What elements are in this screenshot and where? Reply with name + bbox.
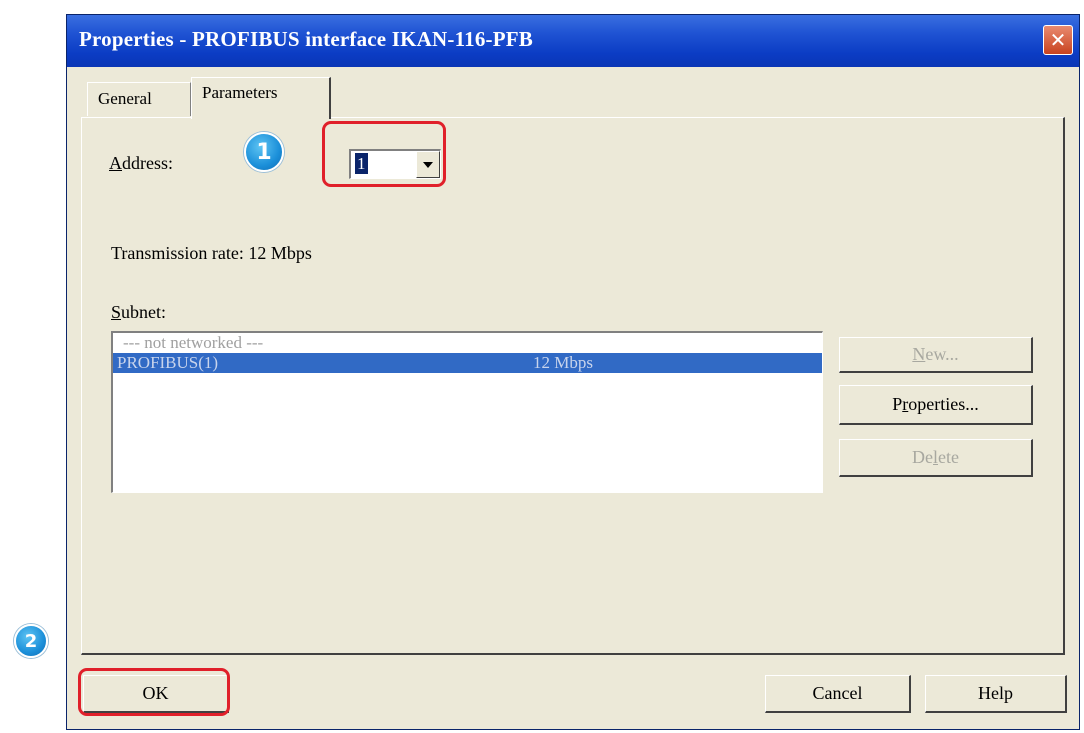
delete-rest: ete — [938, 447, 959, 467]
list-item-rate: 12 Mbps — [533, 353, 593, 372]
step-1-badge: 1 — [244, 132, 284, 172]
close-icon[interactable]: ✕ — [1043, 25, 1073, 55]
subnet-label: Subnet: — [111, 302, 166, 323]
new-accel: N — [912, 344, 926, 364]
new-subnet-button[interactable]: New... — [839, 337, 1033, 373]
transmission-rate-text: Transmission rate: 12 Mbps — [111, 243, 312, 263]
list-item-not-networked[interactable]: --- not networked --- — [113, 333, 822, 353]
properties-rest: operties... — [908, 394, 979, 414]
cancel-button[interactable]: Cancel — [765, 675, 911, 713]
step-2-badge: 2 — [14, 624, 48, 658]
properties-pre: P — [892, 394, 903, 414]
properties-dialog: Properties - PROFIBUS interface IKAN-116… — [66, 14, 1080, 730]
window-title: Properties - PROFIBUS interface IKAN-116… — [79, 27, 533, 51]
address-label: Address: — [109, 153, 173, 174]
delete-pre: De — [912, 447, 933, 467]
tab-general[interactable]: General — [87, 82, 191, 116]
address-label-text: ddress: — [122, 153, 173, 173]
ok-highlight — [78, 668, 230, 716]
delete-subnet-button[interactable]: De l ete — [839, 439, 1033, 477]
subnet-label-text: ubnet: — [121, 302, 167, 322]
subnet-label-accel: S — [111, 302, 122, 322]
list-item-name: PROFIBUS(1) — [117, 353, 219, 372]
list-item-profibus[interactable]: PROFIBUS(1) 12 Mbps — [113, 353, 822, 373]
new-label: ew... — [925, 344, 959, 364]
subnet-properties-button[interactable]: Pr operties... — [839, 385, 1033, 425]
tab-parameters[interactable]: Parameters — [191, 77, 331, 119]
subnet-list[interactable]: --- not networked --- PROFIBUS(1) 12 Mbp… — [111, 331, 823, 493]
list-item-name: --- not networked --- — [123, 333, 264, 352]
address-highlight — [322, 121, 446, 187]
help-button[interactable]: Help — [925, 675, 1067, 713]
title-bar[interactable]: Properties - PROFIBUS interface IKAN-116… — [67, 15, 1079, 67]
address-label-accel: A — [109, 153, 122, 173]
